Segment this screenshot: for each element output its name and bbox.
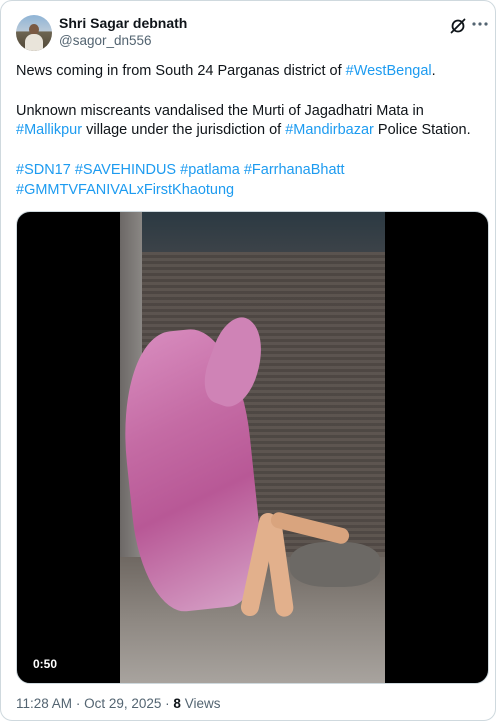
tweet-text-segment: News coming in from South 24 Parganas di… <box>16 63 346 79</box>
more-options-icon[interactable] <box>470 13 490 35</box>
avatar-body-shape <box>25 34 43 51</box>
avatar[interactable] <box>16 15 52 51</box>
tweet-text-segment: . <box>431 63 436 79</box>
hashtag-link[interactable]: #SDN17 <box>16 162 71 178</box>
meta-separator: · <box>75 696 81 711</box>
hashtag-link[interactable]: #SAVEHINDUS <box>75 162 176 178</box>
tweet-text-line-1: News coming in from South 24 Parganas di… <box>16 62 486 81</box>
hashtag-link[interactable]: #Mallikpur <box>16 122 82 138</box>
tweet-text-line-2: Unknown miscreants vandalised the Murti … <box>16 103 424 119</box>
video-player[interactable]: 0:50 <box>16 211 489 684</box>
hashtag-link[interactable]: #Mandirbazar <box>285 122 374 138</box>
hashtag-link[interactable]: #GMMTVFANIVALxFirstKhaotung <box>16 182 234 198</box>
tweet-text-line-3: #Mallikpur village under the jurisdictio… <box>16 121 486 140</box>
views-count: 8 <box>173 696 181 711</box>
views-label: Views <box>184 696 221 711</box>
tweet-meta: 11:28 AM · Oct 29, 2025 · 8 Views <box>16 696 220 711</box>
post-time[interactable]: 11:28 AM <box>16 696 72 711</box>
hashtags-line-1: #SDN17 #SAVEHINDUS #patlama #FarrhanaBha… <box>16 161 486 180</box>
tweet-card: Shri Sagar debnath @sagor_dn556 News com… <box>0 0 496 721</box>
post-date[interactable]: Oct 29, 2025 <box>84 696 161 711</box>
hashtags-line-2: #GMMTVFANIVALxFirstKhaotung <box>16 181 486 200</box>
tweet-text-segment: Police Station. <box>373 122 471 138</box>
hashtag-link[interactable]: #FarrhanaBhatt <box>244 162 345 178</box>
meta-separator: · <box>165 696 170 711</box>
hashtag-link[interactable]: #patlama <box>180 162 240 178</box>
video-debris-shape <box>290 542 380 587</box>
grok-icon[interactable] <box>449 17 467 35</box>
author-handle[interactable]: @sagor_dn556 <box>59 33 152 48</box>
author-name[interactable]: Shri Sagar debnath <box>59 15 187 31</box>
video-frame <box>120 212 385 683</box>
video-duration: 0:50 <box>27 655 64 673</box>
hashtag-link[interactable]: #WestBengal <box>346 63 432 79</box>
tweet-text-segment: village under the jurisdiction of <box>82 122 286 138</box>
